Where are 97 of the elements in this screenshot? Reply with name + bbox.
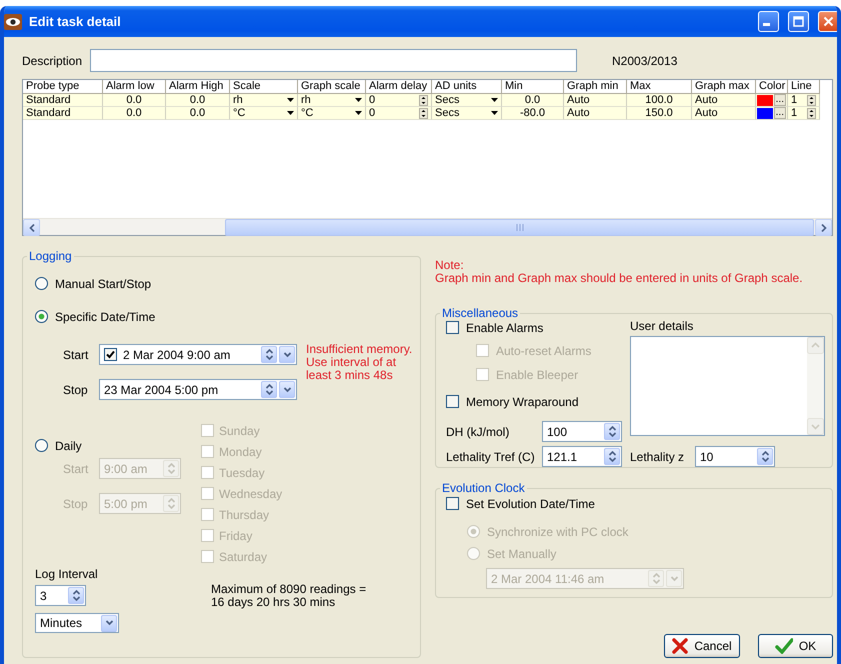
radio-option[interactable]: Specific Date/Time	[35, 309, 420, 324]
interval-field[interactable]: 3	[35, 585, 86, 606]
up-down-arrows-icon	[166, 462, 176, 475]
spin-cell[interactable]: 1	[788, 107, 820, 120]
spin-buttons[interactable]	[757, 448, 773, 465]
spin-arrows-icon	[419, 108, 428, 118]
up-down-arrows-icon	[608, 450, 616, 463]
spin-buttons[interactable]	[261, 346, 277, 363]
dropdown-arrow-icon	[355, 98, 362, 102]
maximize-button[interactable]	[788, 11, 809, 32]
dropdown-arrow-icon	[287, 111, 294, 115]
spin-buttons[interactable]	[604, 423, 620, 440]
note-title: Note:	[435, 259, 465, 272]
start-label: Start	[63, 348, 90, 362]
table-cell: Auto	[564, 107, 627, 120]
radio-option[interactable]: Manual Start/Stop	[35, 276, 420, 291]
chevron-down-icon	[282, 386, 292, 392]
color-picker-button[interactable]: ...	[774, 94, 786, 106]
dropdown-cell[interactable]: °C	[230, 107, 298, 120]
spin-buttons[interactable]	[261, 381, 277, 398]
interval-unit-dropdown[interactable]: Minutes	[35, 613, 119, 633]
user-details-label: User details	[630, 320, 694, 332]
task-id: N2003/2013	[612, 54, 678, 68]
group-title: Logging	[27, 249, 74, 263]
radio-option[interactable]: Daily	[35, 438, 201, 453]
up-down-arrows-icon	[264, 383, 274, 396]
stop-date-field[interactable]: 23 Mar 2004 5:00 pm	[99, 379, 297, 400]
chevron-down-icon	[104, 620, 114, 626]
up-down-arrows-icon	[264, 348, 274, 361]
dropdown-button[interactable]	[101, 614, 117, 632]
up-down-arrows-icon	[166, 497, 176, 510]
scroll-right-button[interactable]	[815, 219, 832, 236]
table-cell: Standard	[23, 107, 103, 120]
lethality-z-label: Lethality z	[630, 450, 686, 464]
dh-field[interactable]: 100	[542, 421, 622, 442]
memory-warning: Insufficient memory. Use interval of at least 3 mins 48s	[306, 343, 412, 384]
start-date-field[interactable]: 2 Mar 2004 9:00 am	[99, 344, 297, 365]
dropdown-cell[interactable]: °C	[298, 107, 366, 120]
dh-label: DH (kJ/mol)	[446, 424, 510, 438]
up-down-arrows-icon	[72, 589, 80, 602]
table-cell: 0.0	[103, 107, 166, 120]
window-title: Edit task detail	[29, 14, 122, 29]
spin-buttons[interactable]	[68, 587, 84, 604]
eye-icon	[4, 14, 22, 30]
table-cell: Auto	[692, 107, 756, 120]
table-cell: -80.0	[502, 107, 564, 120]
ok-button[interactable]: OK	[758, 634, 833, 658]
color-picker-button[interactable]: ...	[774, 107, 786, 119]
lethality-z-field[interactable]: 10	[695, 446, 775, 467]
readings-info: Maximum of 8090 readings = 16 days 20 hrs 30 mins	[211, 583, 366, 611]
up-down-arrows-icon	[652, 572, 660, 585]
table-cell: 150.0	[627, 107, 692, 120]
group-title: Miscellaneous	[440, 306, 520, 320]
user-details-field[interactable]	[630, 336, 825, 436]
dropdown-arrow-icon	[491, 98, 498, 102]
checkbox[interactable]	[104, 348, 117, 361]
maximize-icon	[793, 16, 804, 27]
dropdown-arrow-icon	[287, 98, 294, 102]
cancel-button[interactable]: Cancel	[664, 634, 740, 658]
chevron-down-icon	[670, 576, 678, 582]
spin-arrows-icon	[807, 94, 816, 106]
spin-cell[interactable]: 0	[366, 107, 432, 120]
checkbox-option[interactable]: Enable Alarms	[446, 320, 630, 335]
dropdown-arrow-icon	[355, 111, 362, 115]
spin-arrows-icon	[807, 108, 816, 118]
up-down-arrows-icon	[608, 425, 616, 438]
scroll-left-button[interactable]	[23, 219, 40, 236]
dropdown-cell[interactable]: Secs	[432, 107, 502, 120]
description-label: Description	[22, 54, 84, 68]
minimize-button[interactable]	[758, 11, 779, 32]
start-label: Start	[63, 462, 90, 476]
scroll-down-icon	[807, 418, 824, 435]
checkbox-option[interactable]: Set Evolution Date/Time	[446, 496, 832, 511]
table-cell: 0.0	[166, 107, 230, 120]
stop-label: Stop	[63, 496, 89, 510]
close-button[interactable]	[818, 11, 837, 32]
x-icon	[672, 638, 688, 654]
checkmark-icon	[774, 638, 793, 654]
tref-field[interactable]: 121.1	[542, 446, 622, 467]
checkbox-option[interactable]: Memory Wraparound	[446, 394, 630, 409]
group-title: Evolution Clock	[440, 481, 527, 495]
interval-label: Log Interval	[35, 567, 99, 581]
spin-arrows-icon	[419, 94, 428, 106]
chevron-down-icon	[282, 352, 292, 358]
close-icon	[823, 16, 834, 27]
spin-buttons[interactable]	[604, 448, 620, 465]
up-down-arrows-icon	[760, 450, 770, 463]
dropdown-arrow-icon	[491, 111, 498, 115]
minimize-icon	[763, 23, 770, 26]
scrollbar-thumb[interactable]	[225, 219, 814, 236]
note-text: Graph min and Graph max should be entered in units of Graph scale.	[435, 272, 804, 285]
dropdown-button[interactable]	[279, 381, 295, 398]
stop-label: Stop	[63, 382, 89, 396]
dropdown-button[interactable]	[279, 346, 295, 363]
description-field[interactable]	[90, 49, 577, 72]
tref-label: Lethality Tref (C)	[446, 450, 536, 464]
scroll-up-icon	[807, 337, 824, 354]
